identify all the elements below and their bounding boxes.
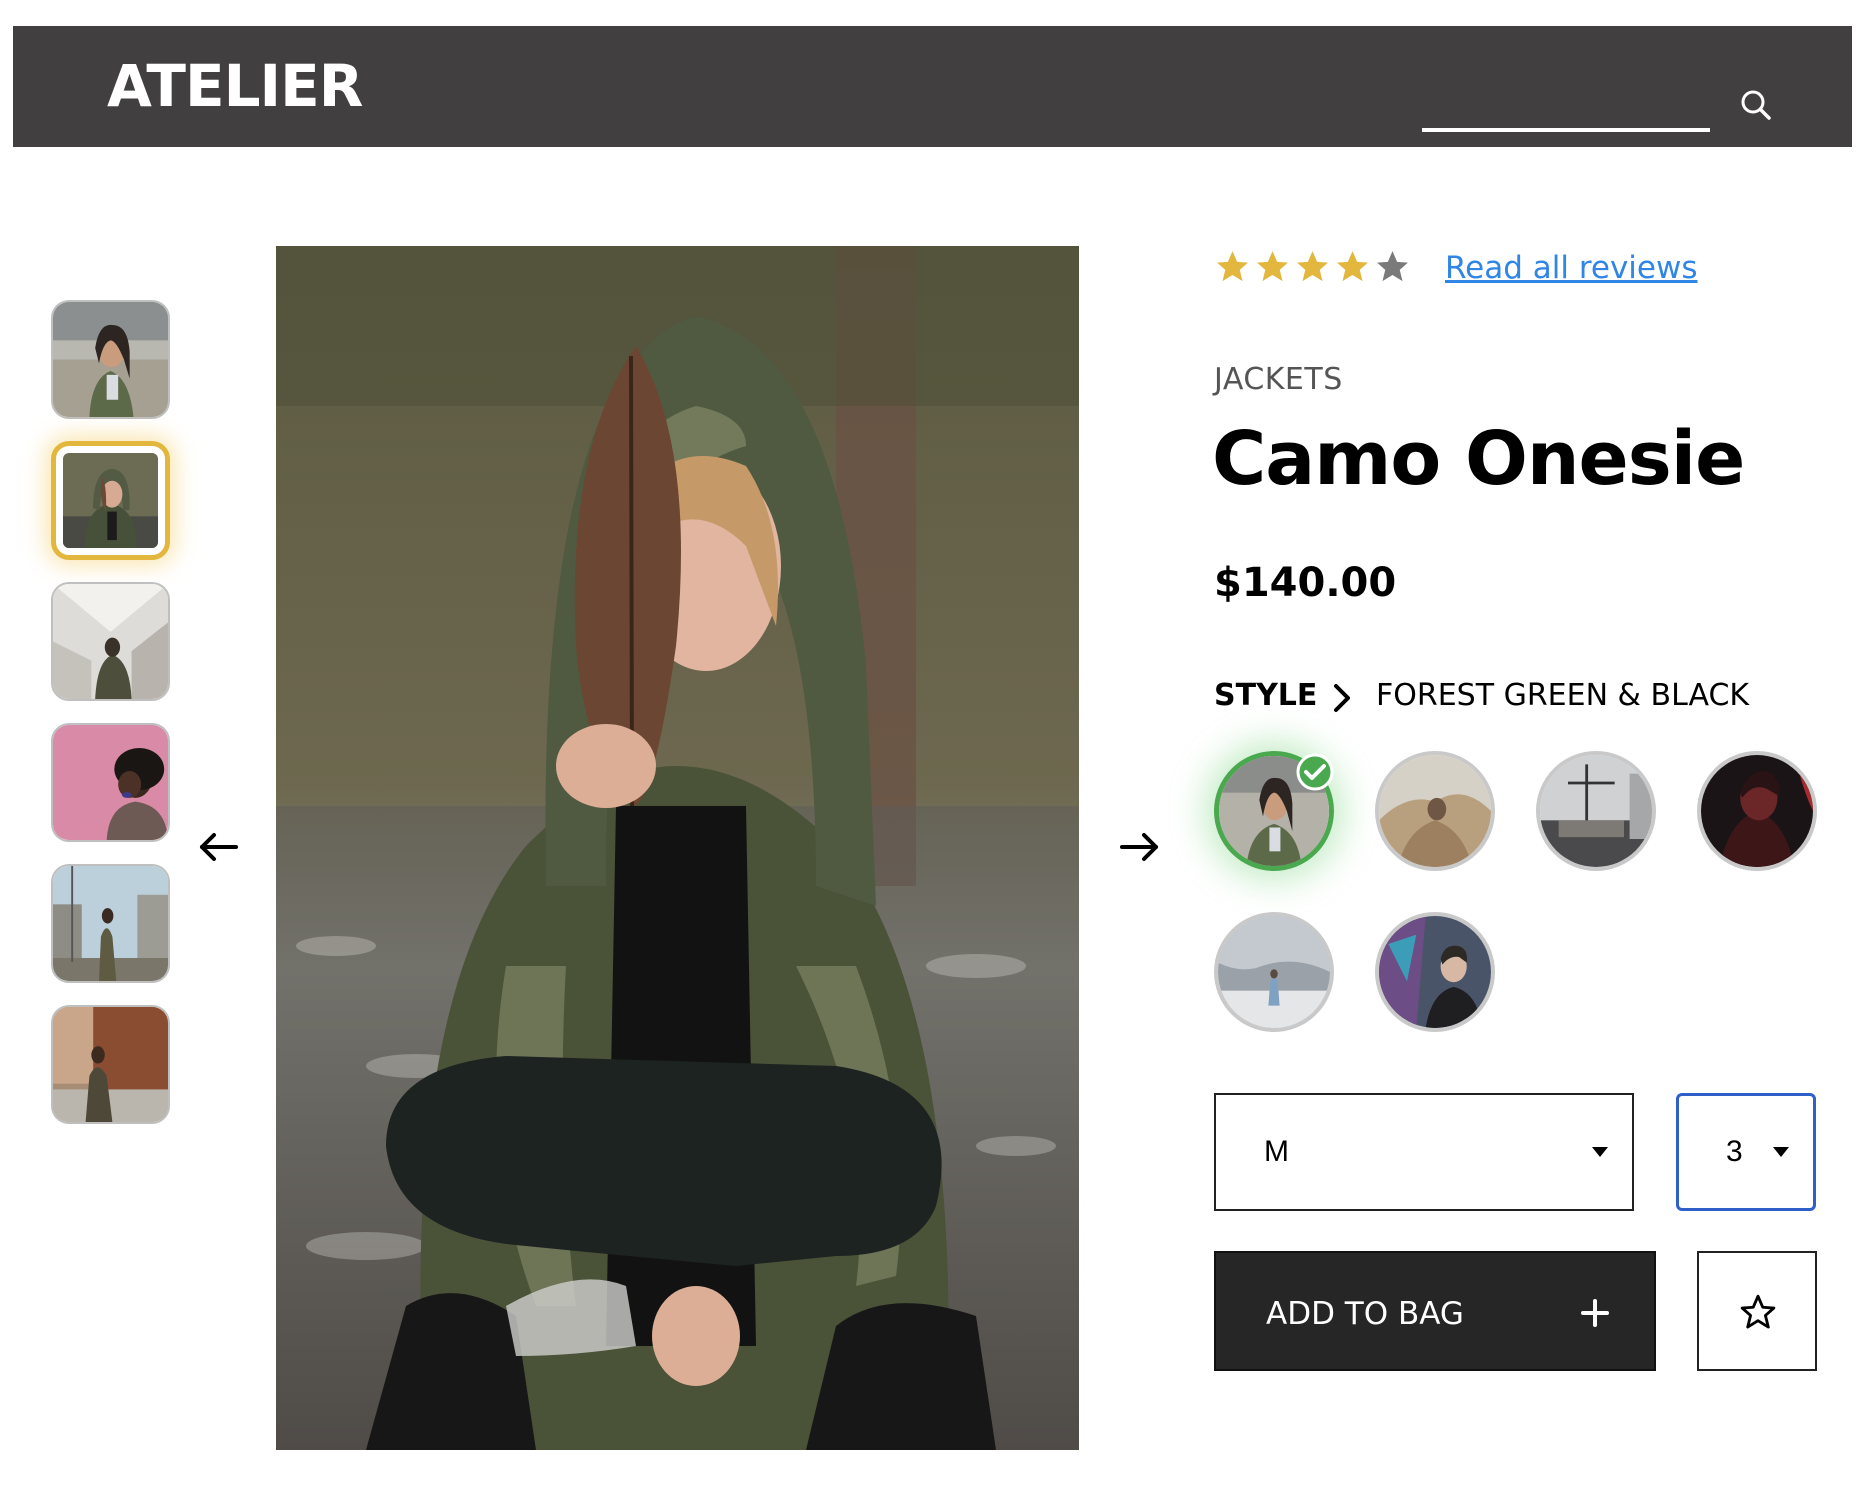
site-logo[interactable]: ATELIER: [107, 54, 363, 118]
star-outline-icon: [1740, 1294, 1776, 1329]
style-swatch-2[interactable]: [1375, 751, 1495, 871]
caret-down-icon: [1592, 1147, 1608, 1157]
product-main-image[interactable]: [276, 246, 1079, 1450]
thumbnail-6[interactable]: [51, 1005, 170, 1124]
quantity-value: 3: [1726, 1135, 1743, 1168]
style-swatch-4[interactable]: [1697, 751, 1817, 871]
site-header: ATELIER: [13, 26, 1852, 147]
read-reviews-link[interactable]: Read all reviews: [1445, 250, 1698, 286]
product-price: $140.00: [1214, 560, 1397, 606]
size-select[interactable]: M: [1214, 1093, 1634, 1211]
search-input[interactable]: [1422, 66, 1710, 132]
add-to-bag-label: ADD TO BAG: [1266, 1296, 1464, 1332]
arrow-right-icon[interactable]: [1116, 827, 1164, 867]
style-label: STYLE: [1214, 678, 1318, 713]
style-swatch-6[interactable]: [1375, 912, 1495, 1032]
plus-icon: [1581, 1299, 1609, 1327]
thumbnail-2-active[interactable]: [51, 441, 170, 560]
style-swatch-3[interactable]: [1536, 751, 1656, 871]
size-value: M: [1264, 1135, 1289, 1168]
thumbnail-5[interactable]: [51, 864, 170, 983]
thumbnail-1[interactable]: [51, 300, 170, 419]
add-to-wishlist-button[interactable]: [1697, 1251, 1817, 1371]
add-to-bag-button[interactable]: ADD TO BAG: [1214, 1251, 1656, 1371]
star-filled-icon: [1297, 251, 1328, 282]
caret-down-icon: [1773, 1147, 1789, 1157]
star-filled-icon: [1337, 251, 1368, 282]
star-empty-icon: [1377, 251, 1408, 282]
checkmark-icon: [1295, 752, 1335, 792]
search-icon[interactable]: [1735, 84, 1779, 128]
rating-stars: [1214, 248, 1411, 285]
thumbnail-3[interactable]: [51, 582, 170, 701]
thumbnail-4[interactable]: [51, 723, 170, 842]
star-filled-icon: [1217, 251, 1248, 282]
star-filled-icon: [1257, 251, 1288, 282]
quantity-select[interactable]: 3: [1676, 1093, 1816, 1211]
style-swatch-5[interactable]: [1214, 912, 1334, 1032]
product-title: Camo Onesie: [1212, 416, 1745, 502]
arrow-left-icon[interactable]: [194, 827, 242, 867]
chevron-right-icon: [1330, 682, 1354, 714]
product-category: JACKETS: [1214, 362, 1343, 397]
style-value: FOREST GREEN & BLACK: [1376, 678, 1750, 713]
